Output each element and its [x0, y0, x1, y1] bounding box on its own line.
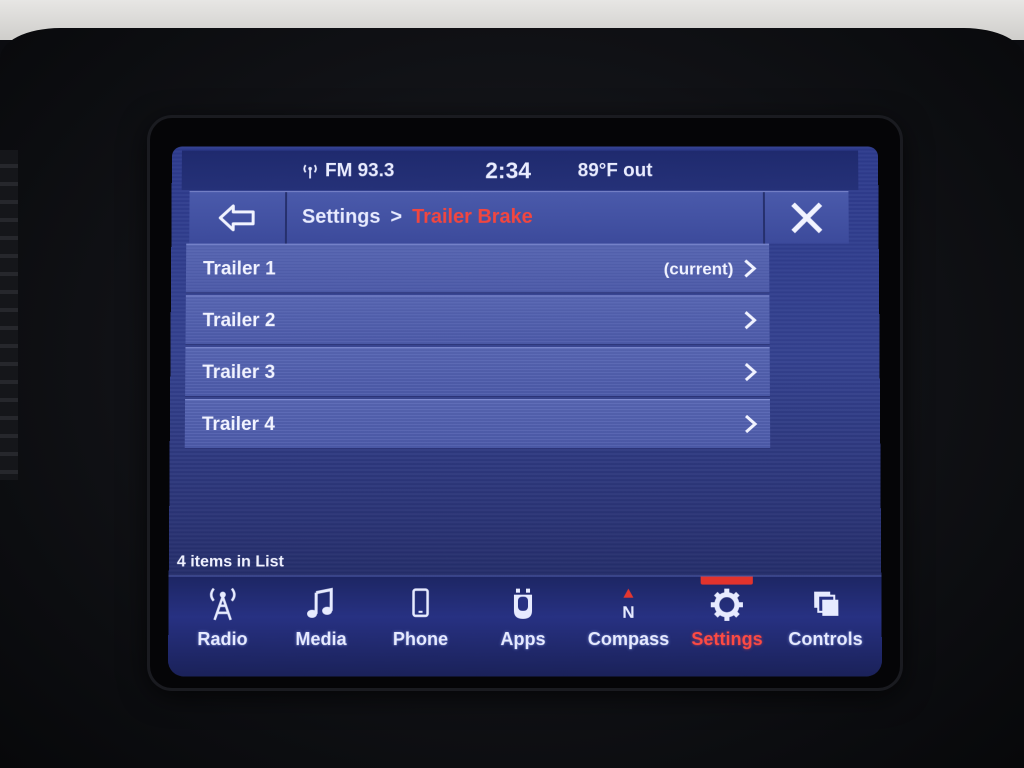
back-arrow-icon — [217, 203, 257, 233]
chevron-right-icon — [745, 363, 758, 382]
bottom-nav-bar: Radio Media Phone Apps N Compass Setting… — [167, 575, 883, 677]
nav-media[interactable]: Media — [273, 577, 370, 677]
infotainment-screen: FM 93.3 2:34 89°F out Settings > Trailer… — [167, 146, 883, 677]
chevron-right-icon — [743, 259, 757, 279]
back-button[interactable] — [189, 192, 288, 244]
nav-controls[interactable]: Controls — [777, 577, 874, 677]
nav-settings[interactable]: Settings — [679, 576, 776, 677]
status-bar: FM 93.3 2:34 89°F out — [181, 150, 859, 191]
current-indicator: (current) — [663, 259, 734, 279]
gear-icon — [707, 587, 747, 621]
breadcrumb: Settings > Trailer Brake — [302, 206, 533, 229]
list-item-label: Trailer 3 — [202, 362, 276, 384]
header-bar: Settings > Trailer Brake — [189, 191, 849, 244]
close-button[interactable] — [762, 192, 849, 244]
compass-icon: N — [622, 588, 635, 621]
nav-radio[interactable]: Radio — [174, 577, 271, 677]
music-note-icon — [307, 587, 341, 621]
list-item-trailer-3[interactable]: Trailer 3 — [185, 347, 770, 398]
list-item-trailer-4[interactable]: Trailer 4 — [184, 399, 771, 450]
radio-tower-icon — [203, 587, 243, 621]
phone-icon — [400, 587, 440, 621]
breadcrumb-separator: > — [390, 205, 403, 228]
nav-apps[interactable]: Apps — [475, 577, 572, 677]
antenna-icon — [301, 162, 319, 180]
status-radio: FM 93.3 — [301, 160, 394, 182]
chevron-right-icon — [744, 310, 758, 330]
close-icon — [791, 202, 823, 234]
outside-temperature: 89°F out — [577, 160, 653, 182]
apps-icon — [513, 588, 533, 619]
list-item-trailer-2[interactable]: Trailer 2 — [185, 295, 770, 346]
trailer-list: Trailer 1 (current) Trailer 2 Trailer 3 … — [184, 243, 771, 451]
breadcrumb-root[interactable]: Settings — [302, 206, 381, 229]
nav-label: Apps — [500, 628, 546, 650]
controls-icon — [814, 591, 839, 616]
nav-phone[interactable]: Phone — [372, 577, 469, 677]
clock: 2:34 — [485, 157, 532, 184]
radio-station: FM 93.3 — [325, 160, 395, 182]
air-vent — [0, 150, 18, 480]
nav-label: Controls — [788, 628, 863, 650]
chevron-right-icon — [744, 414, 758, 433]
list-item-label: Trailer 2 — [202, 310, 276, 332]
active-tab-indicator — [700, 576, 753, 585]
nav-label: Phone — [392, 628, 449, 650]
breadcrumb-current: Trailer Brake — [412, 205, 533, 228]
list-item-label: Trailer 4 — [201, 413, 275, 436]
list-item-label: Trailer 1 — [202, 258, 276, 280]
item-count: 4 items in List — [176, 553, 284, 571]
nav-compass[interactable]: N Compass — [580, 577, 677, 677]
svg-text:N: N — [622, 603, 634, 621]
list-item-trailer-1[interactable]: Trailer 1 (current) — [185, 243, 770, 294]
